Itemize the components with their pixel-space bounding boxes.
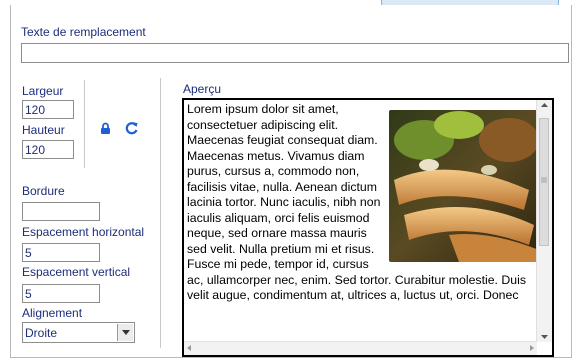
width-input[interactable]: 120 bbox=[22, 100, 74, 119]
height-label: Hauteur bbox=[22, 123, 65, 137]
refresh-icon[interactable] bbox=[125, 121, 139, 135]
alignment-select[interactable]: Droite bbox=[22, 322, 135, 343]
hspace-input[interactable]: 5 bbox=[22, 243, 100, 262]
vspace-label: Espacement vertical bbox=[22, 265, 131, 279]
grip-icon bbox=[541, 177, 547, 183]
preview-scroll-thumb[interactable] bbox=[539, 118, 549, 246]
height-input[interactable]: 120 bbox=[22, 140, 74, 159]
vspace-input[interactable]: 5 bbox=[22, 284, 100, 303]
preview-horizontal-scrollbar[interactable] bbox=[184, 341, 537, 355]
preview-content: Lorem ipsum dolor sit amet, consectetuer… bbox=[187, 102, 541, 304]
food-image bbox=[389, 110, 539, 262]
chevron-down-icon[interactable] bbox=[117, 324, 133, 341]
border-label: Bordure bbox=[22, 184, 65, 198]
preview-vertical-scrollbar[interactable] bbox=[536, 100, 552, 342]
scroll-left-icon[interactable] bbox=[187, 345, 191, 351]
dimensions-divider bbox=[84, 80, 85, 168]
alignment-select-value: Droite bbox=[25, 325, 58, 340]
scroll-down-icon[interactable] bbox=[541, 335, 548, 339]
scroll-up-icon[interactable] bbox=[541, 103, 548, 107]
alignment-label: Alignement bbox=[22, 306, 83, 320]
border-input[interactable] bbox=[22, 202, 100, 221]
preview-label: Aperçu bbox=[183, 82, 222, 96]
lock-icon[interactable] bbox=[100, 122, 111, 135]
alt-text-label: Texte de remplacement bbox=[21, 25, 146, 39]
column-divider bbox=[160, 78, 161, 348]
preview-box: Lorem ipsum dolor sit amet, consectetuer… bbox=[182, 98, 554, 357]
alt-text-input[interactable] bbox=[21, 43, 569, 63]
scroll-right-icon[interactable] bbox=[530, 345, 534, 351]
hspace-label: Espacement horizontal bbox=[22, 225, 145, 239]
width-label: Largeur bbox=[22, 84, 64, 98]
